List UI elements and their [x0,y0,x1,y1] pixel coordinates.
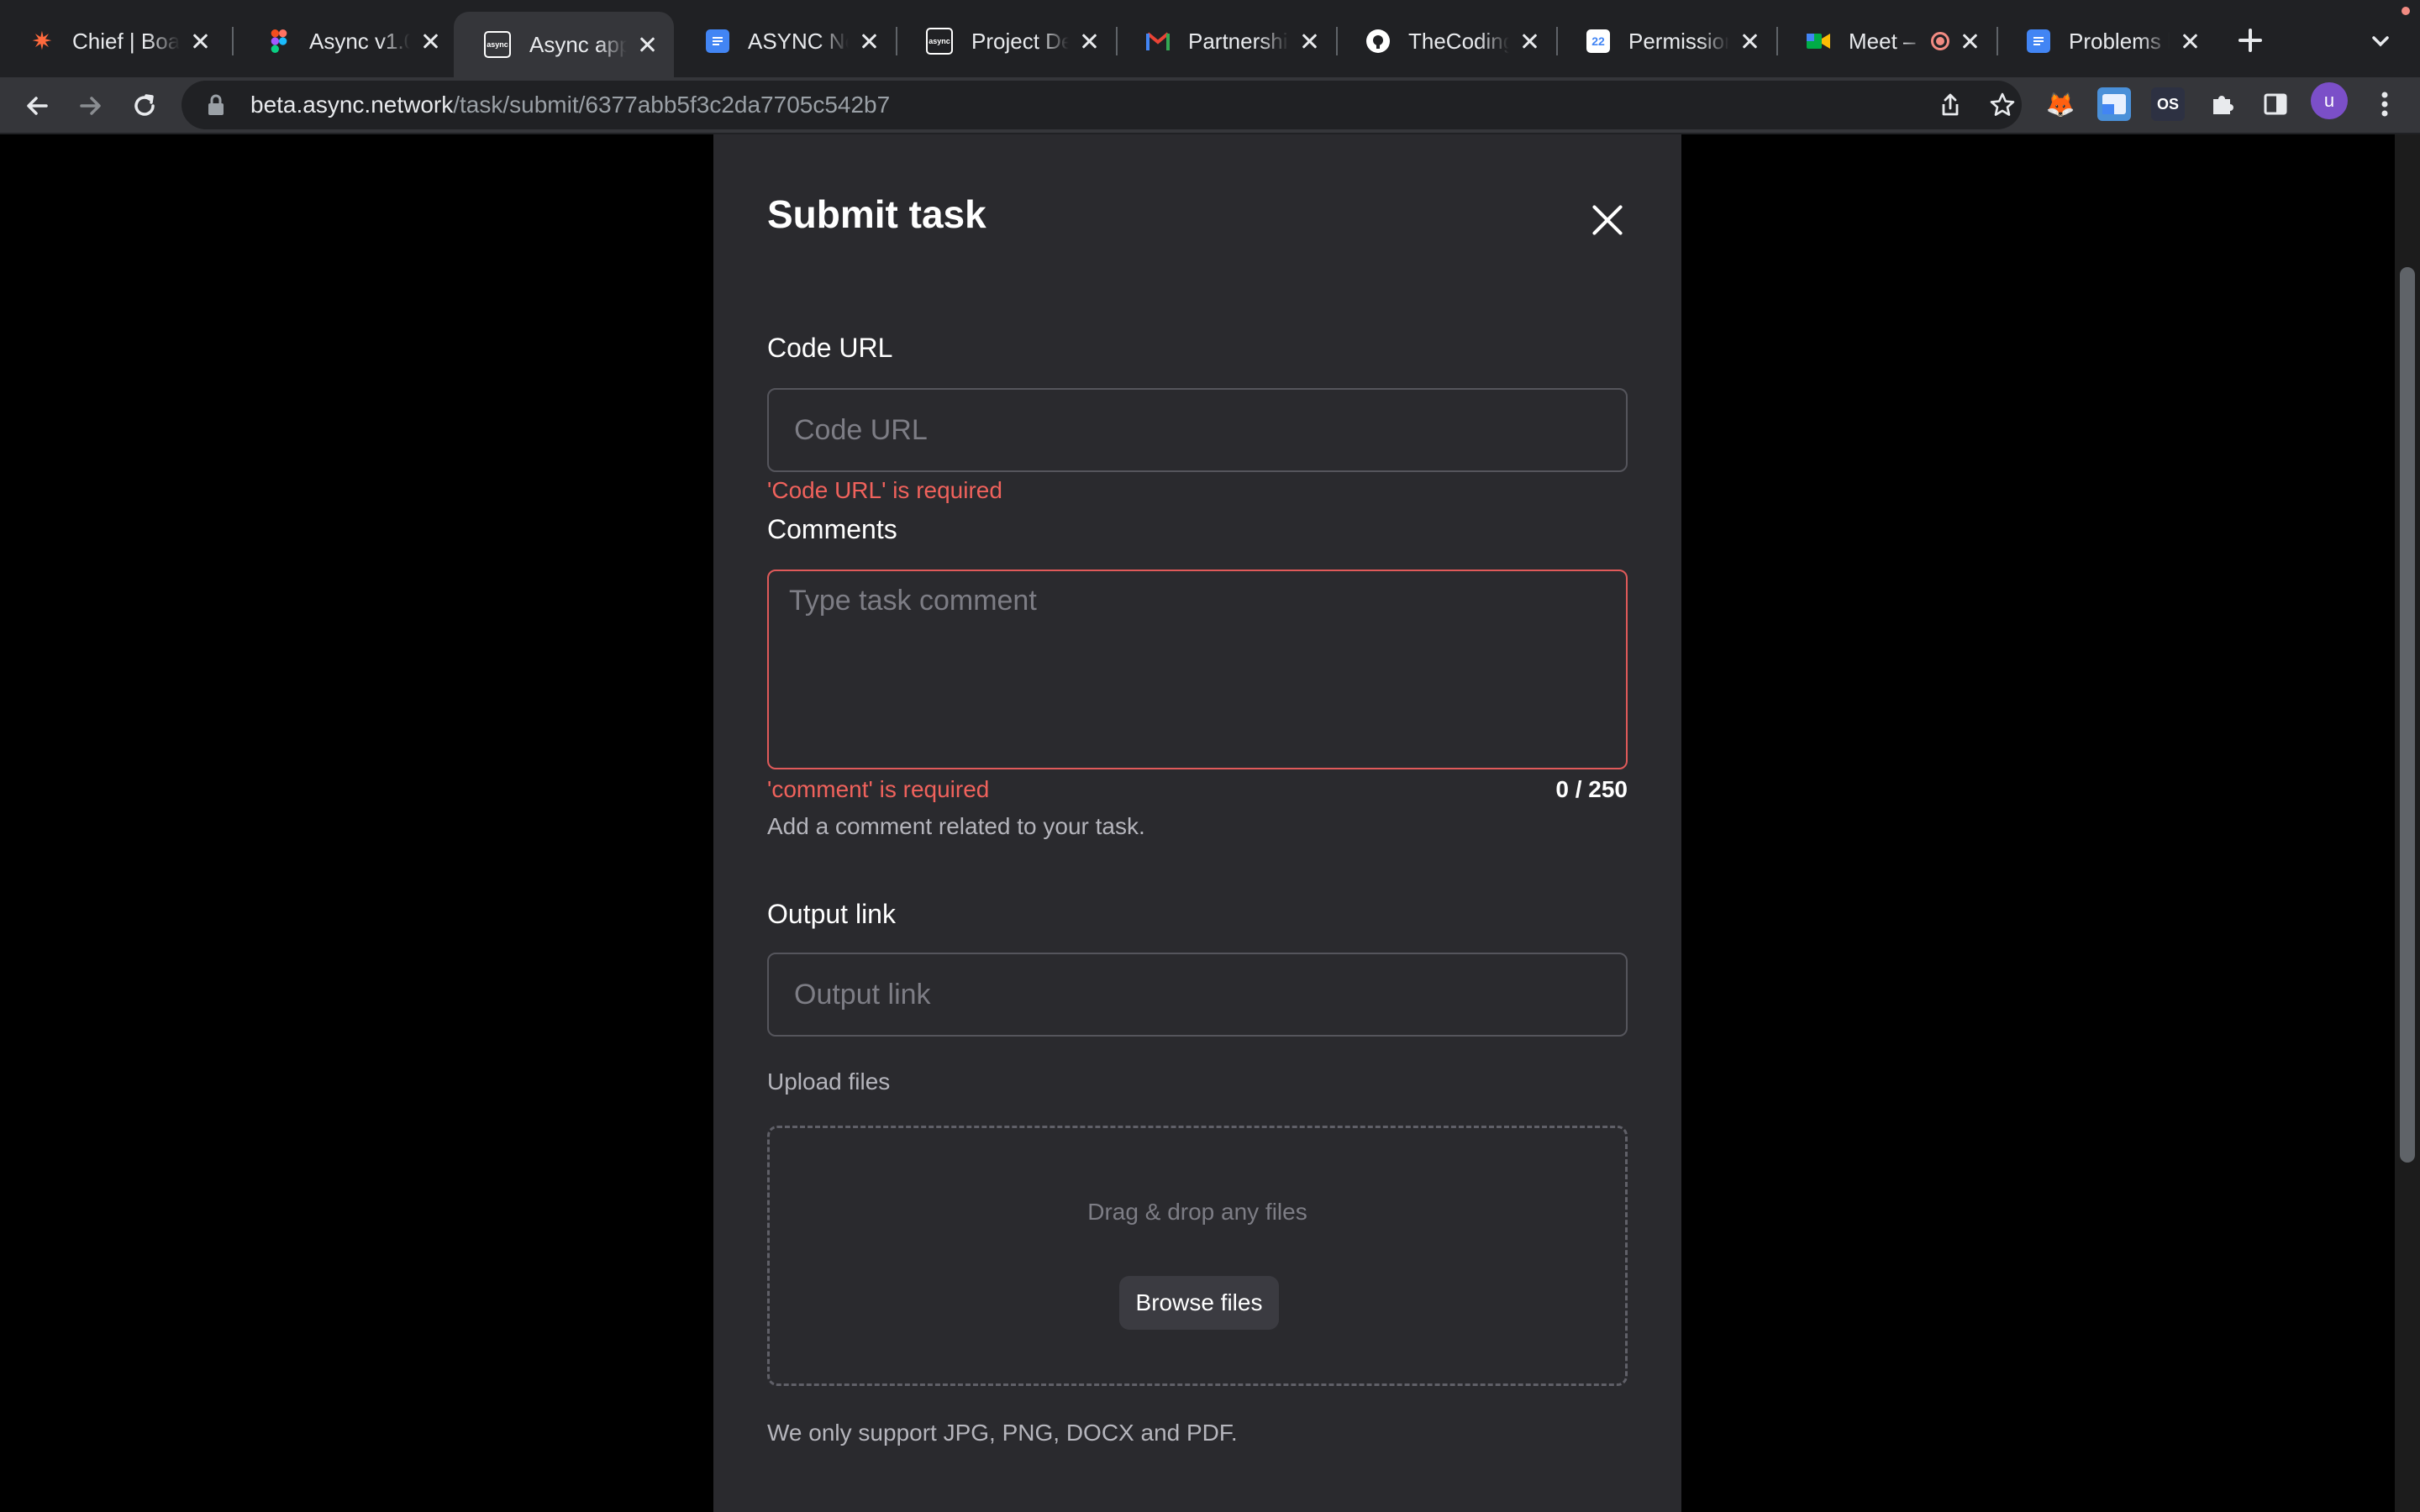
page-scrollbar-thumb[interactable] [2400,267,2415,1163]
comments-helper-text: Add a comment related to your task. [767,813,1145,839]
tab-chief-board[interactable]: ✷ Chief | Board [0,15,227,67]
side-panel-icon[interactable] [2259,87,2292,121]
close-icon[interactable] [1738,29,1761,53]
back-arrow-icon[interactable] [18,87,55,124]
async-icon: async [484,31,511,58]
close-icon[interactable] [635,33,659,56]
tab-title: Async v1.0 [309,28,410,54]
close-icon[interactable] [1958,29,1981,53]
figma-icon [267,29,291,53]
tab-title: Partnership [1188,28,1289,54]
comments-char-counter: 0 / 250 [1555,776,1628,802]
tab-async-app[interactable]: async Async app [454,12,674,77]
url-text: beta.async.network/task/submit/6377abb5f… [250,92,890,118]
metamask-extension-icon[interactable]: 🦊 [2044,87,2077,121]
extension-window-icon[interactable] [2097,87,2131,121]
close-icon[interactable] [418,29,442,53]
calendar-icon: 22 [1586,29,1610,53]
share-icon[interactable] [1934,89,1966,121]
recording-icon [1931,32,1949,50]
close-icon[interactable] [857,29,881,53]
upload-files-label: Upload files [767,1068,891,1095]
close-icon[interactable] [1077,29,1101,53]
tab-title: Chief | Board [72,28,180,54]
tab-title: Meet – [1849,28,1916,54]
close-icon[interactable] [188,29,212,53]
browse-files-button[interactable]: Browse files [1119,1276,1279,1330]
dropzone-text: Drag & drop any files [1087,1199,1307,1225]
docs-icon [706,29,729,53]
supported-formats-text: We only support JPG, PNG, DOCX and PDF. [767,1420,1238,1446]
comments-label: Comments [767,514,897,544]
tab-separator [232,27,234,55]
close-icon[interactable] [1297,29,1321,53]
profile-avatar[interactable]: u [2311,82,2348,119]
tab-permissions[interactable]: 22 Permissions [1556,15,1776,67]
forward-arrow-icon[interactable] [72,87,109,124]
tab-async-v1[interactable]: Async v1.0 [237,15,457,67]
bookmark-star-icon[interactable] [1986,89,2018,121]
file-dropzone[interactable]: Drag & drop any files Browse files [767,1126,1628,1386]
extensions-puzzle-icon[interactable] [2205,87,2238,121]
close-icon[interactable] [2178,29,2202,53]
lock-icon[interactable] [207,94,225,116]
tab-title: Problems log [2069,28,2170,54]
sparkle-icon: ✷ [31,27,53,55]
async-icon: async [926,28,953,55]
tab-title: Async app [529,31,627,57]
notification-dot [2402,7,2410,15]
docs-icon [2027,29,2050,53]
url-path: /task/submit/6377abb5f3c2da7705c542b7 [453,92,891,118]
address-bar[interactable]: beta.async.network/task/submit/6377abb5f… [182,81,2022,129]
tab-thecodingmachine[interactable]: TheCodingMachine [1336,15,1556,67]
tab-partnership[interactable]: Partnership [1116,15,1336,67]
extension-os-icon[interactable]: OS [2151,87,2185,121]
tab-search-chevron-icon[interactable] [2368,29,2393,54]
tab-strip: ✷ Chief | Board Async v1.0 async Async a… [0,0,2420,77]
meet-icon [1807,29,1830,53]
tab-meet[interactable]: Meet – [1776,15,1996,67]
url-host: beta.async.network [250,92,454,118]
tab-title: Project Details [971,28,1069,54]
browser-toolbar: beta.async.network/task/submit/6377abb5f… [0,77,2420,134]
github-icon [1366,29,1390,53]
code-url-error: 'Code URL' is required [767,477,1002,503]
comments-textarea[interactable] [767,570,1628,769]
gmail-icon [1146,29,1170,53]
output-link-input[interactable] [767,953,1628,1037]
tab-project-details[interactable]: async Project Details [896,15,1116,67]
modal-title: Submit task [767,192,986,236]
close-icon[interactable] [1518,29,1541,53]
tab-problems-log[interactable]: Problems log [1996,15,2217,67]
reload-icon[interactable] [126,87,163,124]
tab-title: Permissions [1628,28,1729,54]
code-url-input[interactable] [767,388,1628,472]
close-icon[interactable] [1587,200,1628,240]
tab-async-network[interactable]: ASYNC Network [676,15,896,67]
tab-title: ASYNC Network [748,28,849,54]
submit-task-modal: Submit task Code URL 'Code URL' is requi… [713,134,1681,1512]
tab-title: TheCodingMachine [1408,28,1509,54]
menu-kebab-icon[interactable] [2368,87,2402,121]
new-tab-plus-icon[interactable] [2235,25,2265,55]
comments-error: 'comment' is required [767,776,990,802]
output-link-label: Output link [767,899,896,929]
code-url-label: Code URL [767,333,893,363]
